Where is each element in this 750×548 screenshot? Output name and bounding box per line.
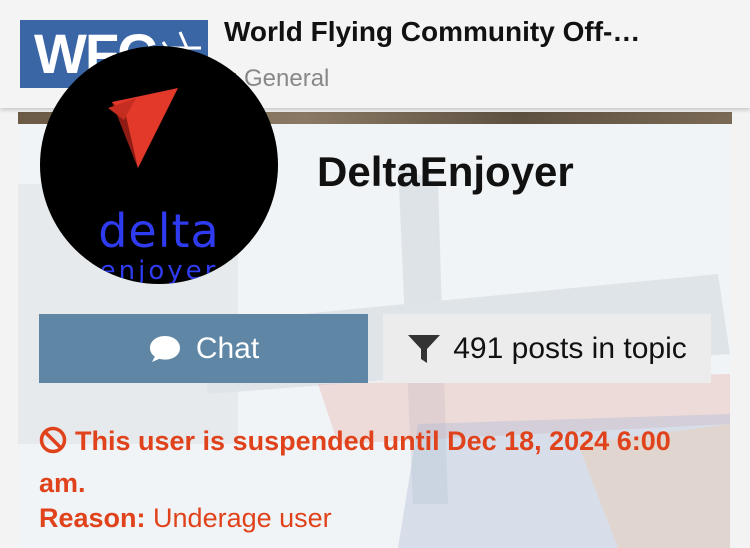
filter-icon xyxy=(408,334,441,363)
chat-bubble-icon xyxy=(149,335,180,362)
avatar-word: delta xyxy=(98,204,220,258)
suspension-message: This user is suspended until Dec 18, 202… xyxy=(39,426,671,498)
chat-button-label: Chat xyxy=(195,331,260,365)
chat-button[interactable]: Chat xyxy=(39,314,368,383)
reason-value: Underage user xyxy=(153,503,332,533)
user-avatar[interactable]: delta enjoyer xyxy=(40,46,278,284)
suspension-reason: Reason: Underage user xyxy=(39,503,332,534)
reason-label: Reason: xyxy=(39,503,146,533)
posts-in-topic-label: 491 posts in topic xyxy=(453,331,687,365)
username[interactable]: DeltaEnjoyer xyxy=(317,148,574,196)
posts-in-topic-button[interactable]: 491 posts in topic xyxy=(383,314,711,383)
avatar-subword: enjoyer xyxy=(99,256,219,284)
topic-title[interactable]: World Flying Community Off-… xyxy=(224,16,640,48)
suspension-notice: This user is suspended until Dec 18, 202… xyxy=(39,420,699,504)
ban-icon xyxy=(39,426,67,454)
